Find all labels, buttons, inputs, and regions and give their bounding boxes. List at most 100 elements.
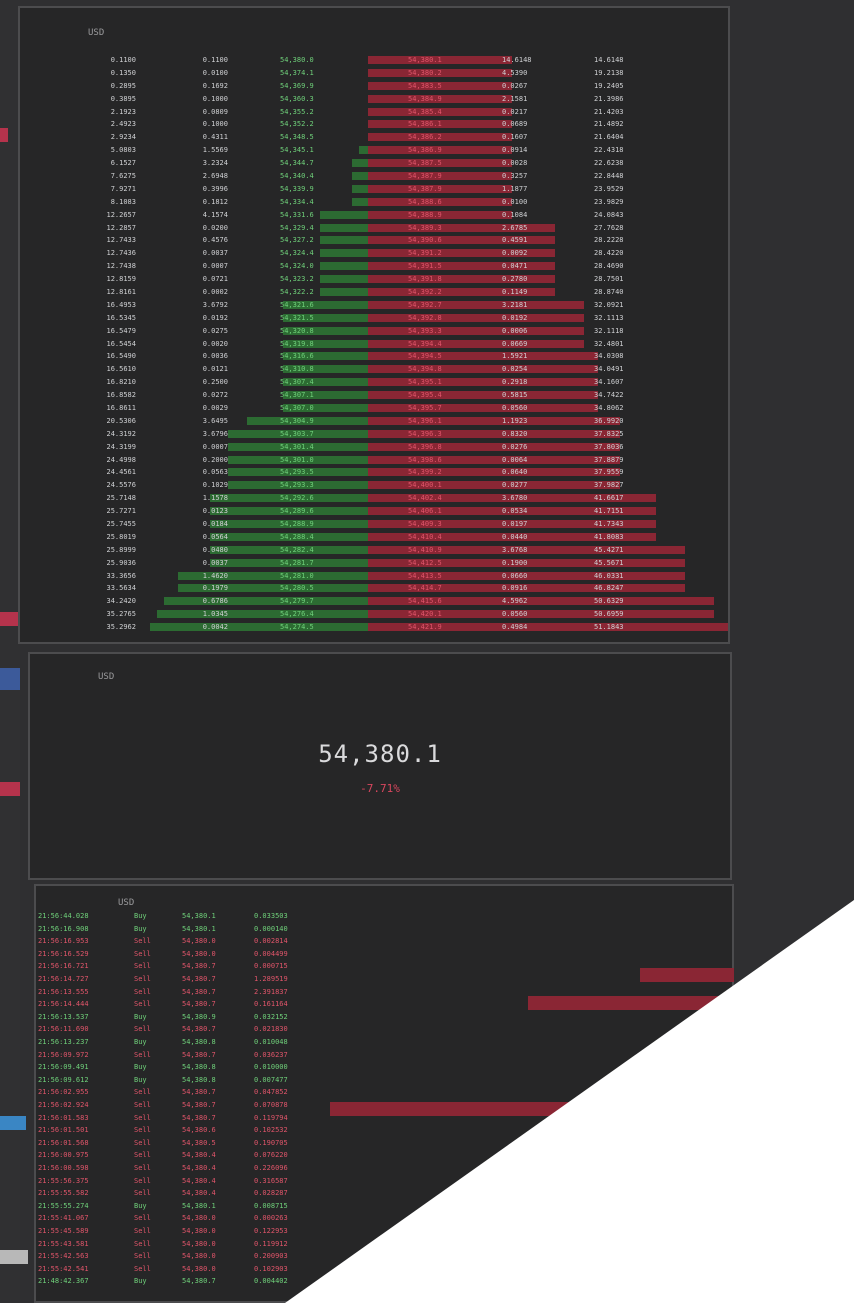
trade-amount: 0.200903 — [254, 1252, 288, 1261]
sidebar-marker[interactable] — [0, 668, 20, 690]
order-book-row[interactable]: 0.2895 0.1692 54,369.9 54,383.5 0.0267 19.240… — [20, 81, 728, 91]
trade-time: 21:56:11.690 — [38, 1025, 89, 1034]
order-book-row[interactable]: 8.1083 0.1812 54,334.4 54,388.6 0.0100 23.982… — [20, 197, 728, 207]
trade-price: 54,380.0 — [182, 949, 216, 958]
ask-price: 54,386.1 — [408, 120, 442, 129]
bid-total: 16.4953 — [106, 300, 136, 309]
order-book-row[interactable]: 12.7438 0.0007 54,324.0 54,391.5 0.0471 28.46… — [20, 262, 728, 271]
order-book-row[interactable]: 7.6275 2.6948 54,340.4 54,387.9 0.3257 22.844… — [20, 172, 728, 181]
ask-total: 14.6148 — [594, 56, 624, 64]
order-book-row[interactable]: 25.8019 0.0564 54,288.4 54,410.4 0.0440 41.80… — [20, 532, 728, 542]
bid-total: 2.1923 — [110, 107, 136, 116]
order-book-row[interactable]: 24.4561 0.0563 54,293.5 54,399.2 0.0640 37.95… — [20, 468, 728, 477]
order-book-row[interactable]: 12.2657 4.1574 54,331.6 54,388.9 0.1084 24.08… — [20, 210, 728, 220]
order-book-row[interactable]: 24.4998 0.2000 54,301.0 54,398.6 0.0064 37.88… — [20, 455, 728, 465]
trade-row[interactable]: 21:56:16.529 Sell 54,380.0 0.004499 — [36, 950, 732, 961]
order-book-row[interactable]: 16.8611 0.0029 54,307.0 54,395.7 0.0560 34.80… — [20, 404, 728, 413]
order-book-row[interactable]: 16.5490 0.0036 54,316.6 54,394.5 1.5921 34.03… — [20, 352, 728, 361]
order-book-row[interactable]: 35.2765 1.0345 54,276.4 54,420.1 0.0560 50.69… — [20, 610, 728, 619]
bid-price: 54,348.5 — [280, 133, 314, 142]
order-book-row[interactable]: 12.8161 0.0002 54,322.2 54,392.2 0.1149 28.87… — [20, 288, 728, 297]
sidebar-marker[interactable] — [0, 782, 20, 796]
order-book-row[interactable]: 24.3199 0.0007 54,301.4 54,396.8 0.0276 37.80… — [20, 442, 728, 452]
order-book-row[interactable]: 25.9036 0.0037 54,281.7 54,412.5 0.1900 45.56… — [20, 558, 728, 568]
order-book-row[interactable]: 25.8999 0.0480 54,282.4 54,410.9 3.6768 45.42… — [20, 545, 728, 555]
bid-total: 8.1083 — [110, 197, 136, 206]
sidebar-marker[interactable] — [0, 128, 8, 142]
bid-total: 12.7433 — [106, 236, 136, 245]
order-book-row[interactable]: 35.2962 0.0042 54,274.5 54,421.9 0.4984 51.18… — [20, 623, 728, 632]
ask-size: 0.1149 — [502, 288, 528, 296]
trade-time: 21:56:16.953 — [38, 937, 89, 946]
order-book-row[interactable]: 20.5306 3.6495 54,304.9 54,396.1 1.1923 36.99… — [20, 416, 728, 426]
order-book-row[interactable]: 16.4953 3.6792 54,321.6 54,392.7 3.2181 32.09… — [20, 300, 728, 310]
ask-price: 54,392.2 — [408, 288, 442, 296]
trade-price: 54,380.8 — [182, 1038, 216, 1046]
trade-amount: 0.047852 — [254, 1088, 288, 1097]
order-book-row[interactable]: 2.4923 0.1000 54,352.2 54,386.1 0.0689 21.489… — [20, 120, 728, 129]
trade-row[interactable]: 21:56:16.721 Sell 54,380.7 0.000715 — [36, 962, 732, 973]
bid-price: 54,321.6 — [280, 300, 314, 309]
trade-price: 54,380.7 — [182, 1277, 216, 1286]
bid-size: 0.0029 — [202, 404, 228, 412]
order-book-row[interactable]: 0.1350 0.0100 54,374.1 54,380.2 4.5390 19.213… — [20, 68, 728, 78]
order-book-row[interactable]: 12.2857 0.0200 54,329.4 54,389.3 2.6785 27.76… — [20, 223, 728, 233]
trade-time: 21:55:55.582 — [38, 1189, 89, 1198]
order-book-row[interactable]: 12.7433 0.4576 54,327.2 54,390.6 0.4591 28.22… — [20, 236, 728, 245]
order-book-row[interactable]: 33.5634 0.1979 54,280.5 54,414.7 0.0916 46.82… — [20, 584, 728, 593]
ask-price: 54,396.1 — [408, 416, 442, 425]
ask-size: 0.0689 — [502, 120, 528, 129]
bid-price: 54,289.6 — [280, 507, 314, 516]
order-book-row[interactable]: 34.2420 0.6786 54,279.7 54,415.6 4.5962 50.63… — [20, 597, 728, 606]
order-book-row[interactable]: 7.9271 0.3996 54,339.9 54,387.9 1.1877 23.952… — [20, 184, 728, 194]
order-book-row[interactable]: 25.7455 0.0184 54,288.9 54,409.3 0.0197 41.73… — [20, 520, 728, 529]
bid-price: 54,281.0 — [280, 571, 314, 580]
order-book-row[interactable]: 0.3895 0.1000 54,360.3 54,384.9 2.1581 21.398… — [20, 94, 728, 104]
trade-amount: 0.028287 — [254, 1189, 288, 1198]
sidebar-marker[interactable] — [0, 612, 18, 626]
trade-time: 21:56:13.537 — [38, 1012, 89, 1021]
bid-size: 3.6495 — [202, 416, 228, 425]
order-book-row[interactable]: 24.5576 0.1029 54,293.3 54,400.1 0.0277 37.98… — [20, 481, 728, 490]
order-book-row[interactable]: 16.5479 0.0275 54,320.8 54,393.3 0.0006 32.11… — [20, 326, 728, 336]
order-book-row[interactable]: 16.5454 0.0020 54,319.8 54,394.4 0.0669 32.48… — [20, 339, 728, 349]
ask-size: 0.0660 — [502, 571, 528, 580]
order-book-row[interactable]: 0.1100 0.1100 54,380.0 54,380.1 14.6148 14.61… — [20, 56, 728, 65]
ask-size: 0.0560 — [502, 404, 528, 412]
order-book-row[interactable]: 16.8210 0.2500 54,307.4 54,395.1 0.2918 34.16… — [20, 378, 728, 387]
sidebar-marker[interactable] — [0, 1116, 26, 1130]
trade-row[interactable]: 21:56:44.028 Buy 54,380.1 0.033503 — [36, 912, 732, 923]
sidebar-marker[interactable] — [0, 1250, 28, 1264]
order-book-row[interactable]: 12.7436 0.0037 54,324.4 54,391.2 0.0092 28.42… — [20, 249, 728, 258]
bid-size: 2.6948 — [202, 172, 228, 180]
order-book-row[interactable]: 5.0803 1.5569 54,345.1 54,386.9 0.0914 22.431… — [20, 146, 728, 155]
order-book-row[interactable]: 25.7271 0.0123 54,289.6 54,406.1 0.0534 41.71… — [20, 507, 728, 516]
trade-row[interactable]: 21:56:14.727 Sell 54,380.7 1.289519 — [36, 975, 732, 986]
trade-row[interactable]: 21:56:16.908 Buy 54,380.1 0.000140 — [36, 925, 732, 936]
bid-price: 54,344.7 — [280, 159, 314, 168]
ask-price: 54,386.9 — [408, 146, 442, 155]
trade-side: Sell — [134, 1113, 151, 1122]
order-book-row[interactable]: 25.7148 1.1578 54,292.6 54,402.4 3.6780 41.66… — [20, 494, 728, 503]
bid-total: 20.5306 — [106, 416, 136, 425]
ask-depth-bar — [368, 365, 599, 374]
order-book-row[interactable]: 16.5610 0.0121 54,310.8 54,394.8 0.0254 34.04… — [20, 365, 728, 374]
trade-time: 21:55:42.541 — [38, 1264, 89, 1273]
trade-row[interactable]: 21:56:13.237 Buy 54,380.8 0.010048 — [36, 1038, 732, 1049]
order-book-row[interactable]: 2.9234 0.4311 54,348.5 54,386.2 0.1607 21.640… — [20, 133, 728, 142]
trade-row[interactable]: 21:56:09.972 Sell 54,380.7 0.036237 — [36, 1051, 732, 1062]
order-book-row[interactable]: 6.1527 3.2324 54,344.7 54,387.5 0.0028 22.623… — [20, 159, 728, 168]
trade-time: 21:56:01.583 — [38, 1113, 89, 1122]
bid-price: 54,355.2 — [280, 107, 314, 116]
order-book-row[interactable]: 16.5345 0.0192 54,321.5 54,392.8 0.0192 32.11… — [20, 313, 728, 323]
trade-row[interactable]: 21:56:11.690 Sell 54,380.7 0.021830 — [36, 1025, 732, 1036]
order-book-row[interactable]: 24.3192 3.6796 54,303.7 54,396.3 0.8320 37.83… — [20, 429, 728, 439]
order-book-row[interactable]: 16.8582 0.0272 54,307.1 54,395.4 0.5815 34.74… — [20, 391, 728, 400]
trade-row[interactable]: 21:56:13.537 Buy 54,380.9 0.032152 — [36, 1013, 732, 1024]
bid-size: 0.0809 — [202, 107, 228, 116]
ask-size: 0.0192 — [502, 313, 528, 322]
order-book-row[interactable]: 33.3656 1.4620 54,281.0 54,413.5 0.0660 46.03… — [20, 571, 728, 581]
trade-row[interactable]: 21:56:16.953 Sell 54,380.0 0.002814 — [36, 937, 732, 948]
order-book-row[interactable]: 2.1923 0.0809 54,355.2 54,385.4 0.0217 21.420… — [20, 107, 728, 117]
order-book-row[interactable]: 12.8159 0.0721 54,323.2 54,391.8 0.2780 28.75… — [20, 275, 728, 284]
